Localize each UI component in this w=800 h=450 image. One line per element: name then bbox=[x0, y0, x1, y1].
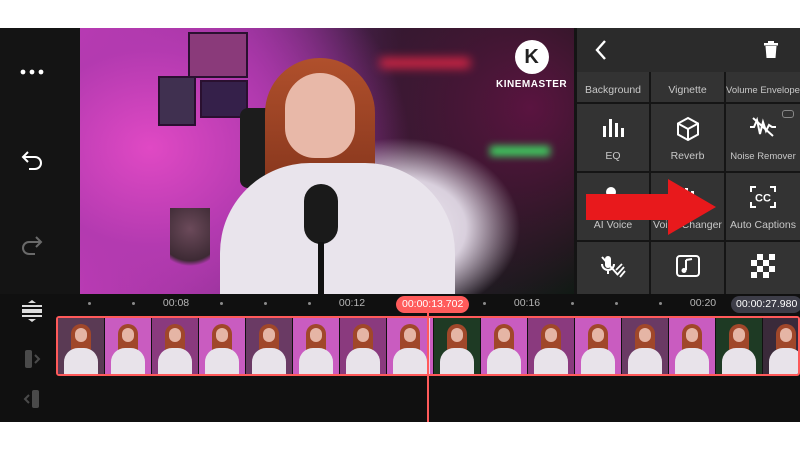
track-height-icon[interactable] bbox=[18, 300, 46, 322]
option-auto-captions[interactable]: CC Auto Captions bbox=[726, 173, 800, 240]
plant bbox=[170, 208, 210, 278]
kinemaster-watermark: K KINEMASTER bbox=[496, 40, 567, 90]
clip-frame bbox=[528, 318, 575, 374]
neon-light bbox=[380, 58, 470, 68]
option-vignette[interactable]: Vignette bbox=[651, 72, 724, 102]
neon-light bbox=[490, 146, 550, 156]
option-reverb[interactable]: Reverb bbox=[651, 104, 724, 171]
wall-poster bbox=[158, 76, 196, 126]
tick-label: 00:20 bbox=[689, 297, 717, 309]
microphone bbox=[304, 184, 338, 244]
playhead[interactable] bbox=[427, 313, 429, 422]
svg-text:CC: CC bbox=[755, 193, 771, 205]
mute-voice-icon bbox=[577, 254, 649, 280]
option-label: Auto Captions bbox=[730, 219, 796, 231]
option-eq[interactable]: EQ bbox=[577, 104, 649, 171]
tick-dot bbox=[220, 302, 223, 305]
playhead-time: 00:00:13.702 bbox=[396, 296, 470, 313]
panel-header bbox=[577, 28, 800, 72]
more-icon[interactable] bbox=[18, 58, 46, 86]
tick-dot bbox=[132, 302, 135, 305]
microphone-stand bbox=[318, 242, 324, 294]
wall-poster bbox=[188, 32, 248, 78]
option-label: Noise Remover bbox=[730, 151, 796, 162]
option-label: Reverb bbox=[670, 150, 705, 162]
clip-frame bbox=[669, 318, 716, 374]
clip-frame bbox=[199, 318, 246, 374]
tick-dot bbox=[659, 302, 662, 305]
timeline[interactable]: 00:08 00:12 00:16 00:20 00:00:13.702 00:… bbox=[0, 294, 800, 422]
option-label: EQ bbox=[605, 150, 621, 162]
annotation-arrow-icon bbox=[586, 179, 716, 235]
total-time: 00:00:27.980 bbox=[731, 296, 800, 313]
kinemaster-logo-icon: K bbox=[514, 40, 549, 74]
person-face bbox=[285, 73, 355, 158]
chevron-left-icon[interactable] bbox=[587, 36, 615, 64]
clip-frame bbox=[716, 318, 763, 374]
checkerboard-icon bbox=[726, 254, 800, 278]
option-music[interactable] bbox=[651, 242, 724, 294]
noise-remover-icon bbox=[726, 116, 800, 138]
option-noise-remover[interactable]: Noise Remover bbox=[726, 104, 800, 171]
trim-end-icon[interactable] bbox=[18, 388, 46, 410]
clip-frame bbox=[434, 318, 481, 374]
option-label: Vignette bbox=[668, 84, 707, 96]
tick-label: 00:16 bbox=[513, 297, 541, 309]
trash-icon[interactable] bbox=[757, 36, 785, 64]
tick-dot bbox=[88, 302, 91, 305]
option-background[interactable]: Background bbox=[577, 72, 649, 102]
trim-start-icon[interactable] bbox=[18, 348, 46, 370]
reverb-icon bbox=[651, 116, 724, 142]
clip-frame bbox=[575, 318, 622, 374]
clip-frame bbox=[58, 318, 105, 374]
clip-frame bbox=[481, 318, 528, 374]
option-label: Volume Envelope bbox=[726, 85, 800, 96]
cc-icon: CC bbox=[726, 185, 800, 209]
tick-dot bbox=[571, 302, 574, 305]
eq-icon bbox=[577, 116, 649, 138]
clip-frame bbox=[152, 318, 199, 374]
kinemaster-app: K KINEMASTER Background Vignette Volume … bbox=[0, 28, 800, 422]
tick-dot bbox=[308, 302, 311, 305]
clip-frame bbox=[246, 318, 293, 374]
clip-frame bbox=[622, 318, 669, 374]
music-icon bbox=[651, 254, 724, 278]
redo-icon[interactable] bbox=[18, 231, 46, 259]
option-checkerboard[interactable] bbox=[726, 242, 800, 294]
clip-frame bbox=[763, 318, 798, 374]
left-toolbar bbox=[0, 28, 80, 294]
undo-icon[interactable] bbox=[18, 146, 46, 174]
clip-frame bbox=[293, 318, 340, 374]
clip-frame bbox=[105, 318, 152, 374]
tick-label: 00:12 bbox=[338, 297, 366, 309]
option-mute-voice[interactable] bbox=[577, 242, 649, 294]
option-label: Background bbox=[584, 84, 642, 96]
tick-dot bbox=[264, 302, 267, 305]
tick-dot bbox=[483, 302, 486, 305]
watermark-text: KINEMASTER bbox=[496, 79, 568, 90]
option-volume-envelope[interactable]: Volume Envelope bbox=[726, 72, 800, 102]
tick-label: 00:08 bbox=[162, 297, 190, 309]
tick-dot bbox=[615, 302, 618, 305]
audio-options-panel: Background Vignette Volume Envelope EQ R… bbox=[577, 28, 800, 294]
clip-frame bbox=[340, 318, 387, 374]
video-preview[interactable]: K KINEMASTER bbox=[80, 28, 574, 294]
